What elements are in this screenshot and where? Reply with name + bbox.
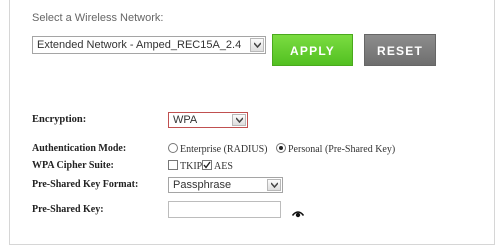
key-format-label: Pre-Shared Key Format: xyxy=(32,179,139,190)
pre-shared-key-input[interactable] xyxy=(168,201,281,218)
network-select[interactable]: Extended Network - Amped_REC15A_2.4 xyxy=(32,36,266,54)
key-format-select[interactable]: Passphrase xyxy=(168,177,283,193)
chevron-down-icon xyxy=(267,179,281,191)
cipher-tkip-label: TKIP xyxy=(180,161,203,172)
cipher-aes-option[interactable]: AES xyxy=(202,160,233,172)
chevron-down-icon xyxy=(232,114,246,126)
network-select-value: Extended Network - Amped_REC15A_2.4 xyxy=(37,39,242,51)
apply-button[interactable]: APPLY xyxy=(272,34,353,66)
radio-button[interactable] xyxy=(276,143,286,153)
encryption-select[interactable]: WPA xyxy=(168,112,248,128)
auth-mode-label: Authentication Mode: xyxy=(32,143,127,154)
pre-shared-key-label: Pre-Shared Key: xyxy=(32,204,104,215)
cipher-tkip-option[interactable]: TKIP xyxy=(168,160,202,172)
checkmark-icon xyxy=(203,161,211,169)
auth-enterprise-label: Enterprise (RADIUS) xyxy=(180,144,268,155)
reset-button[interactable]: RESET xyxy=(364,34,436,66)
network-select-label: Select a Wireless Network: xyxy=(32,12,164,24)
auth-enterprise-option[interactable]: Enterprise (RADIUS) xyxy=(168,143,267,155)
chevron-down-icon xyxy=(250,38,264,52)
checkbox[interactable] xyxy=(168,160,178,170)
encryption-select-value: WPA xyxy=(173,114,198,126)
auth-personal-option[interactable]: Personal (Pre-Shared Key) xyxy=(276,143,395,155)
cipher-suite-label: WPA Cipher Suite: xyxy=(32,160,114,171)
checkbox[interactable] xyxy=(202,160,212,170)
auth-personal-label: Personal (Pre-Shared Key) xyxy=(288,144,396,155)
cipher-aes-label: AES xyxy=(214,161,233,172)
encryption-label: Encryption: xyxy=(32,114,87,125)
radio-button[interactable] xyxy=(168,143,178,153)
eye-icon[interactable] xyxy=(291,205,305,223)
key-format-select-value: Passphrase xyxy=(173,179,232,191)
